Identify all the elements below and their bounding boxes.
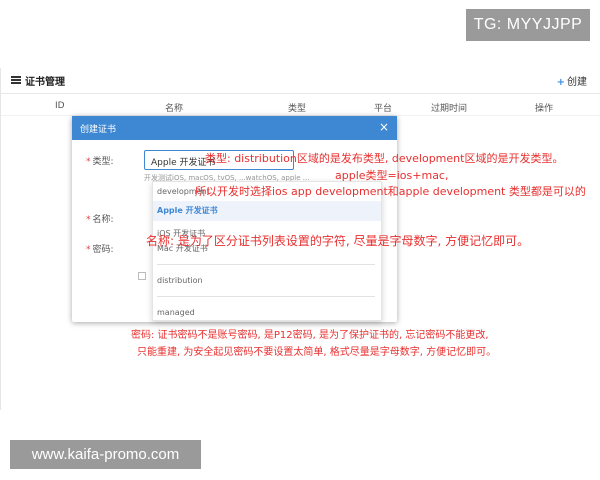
type-annotation-line3: 所以开发时选择ios app development和apple develop… [195,185,586,198]
checkbox[interactable] [138,272,146,280]
password-annotation-line2: 只能重建, 为安全起见密码不要设置太简单, 格式尽量是字母数字, 方便记忆即可。 [137,347,497,358]
create-button[interactable]: + 创建 [557,73,587,88]
dialog-title: 创建证书 [80,125,117,135]
dropdown-group-managed: managed [157,308,195,317]
dropdown-divider [157,264,375,265]
close-icon[interactable]: × [379,120,389,134]
password-annotation-line1: 密码: 证书密码不是账号密码, 是P12密码, 是为了保护证书的, 忘记密码不能… [131,330,489,341]
password-label: * 密码: [86,245,114,255]
name-annotation: 名称: 是为了区分证书列表设置的字符, 尽量是字母数字, 方便记忆即可。 [146,234,530,248]
table-header: ID 名称 类型 平台 过期时间 操作 [1,98,600,116]
column-header-expiry: 过期时间 [431,104,468,114]
column-header-name: 名称 [165,104,184,114]
menu-icon[interactable] [11,76,21,84]
page-header: 证书管理 + 创建 [1,68,600,94]
create-certificate-dialog: 创建证书 × * 类型: Apple 开发证书 开发测试iOS, macOS, t… [72,116,397,322]
create-label: 创建 [567,77,587,88]
page-title: 证书管理 [25,77,65,88]
type-annotation-line2: apple类型=ios+mac, [335,169,449,182]
dropdown-group-distribution: distribution [157,276,203,285]
watermark-top: TG: MYYJJPP [466,9,590,41]
dropdown-option-apple-dev[interactable]: Apple 开发证书 [153,201,381,221]
dialog-header: 创建证书 × [72,116,397,140]
column-header-platform: 平台 [374,104,393,114]
dropdown-divider [157,296,375,297]
plus-icon: + [556,77,565,88]
type-annotation-line1: 类型: distribution区域的是发布类型, development区域的… [205,152,564,165]
name-label: * 名称: [86,215,114,225]
watermark-bottom: www.kaifa-promo.com [10,440,201,469]
column-header-id: ID [55,101,65,111]
type-label: * 类型: [86,157,114,167]
type-dropdown-menu: development Apple 开发证书 iOS 开发证书 Mac 开发证书… [152,181,382,321]
column-header-actions: 操作 [535,104,554,114]
column-header-type: 类型 [288,104,307,114]
